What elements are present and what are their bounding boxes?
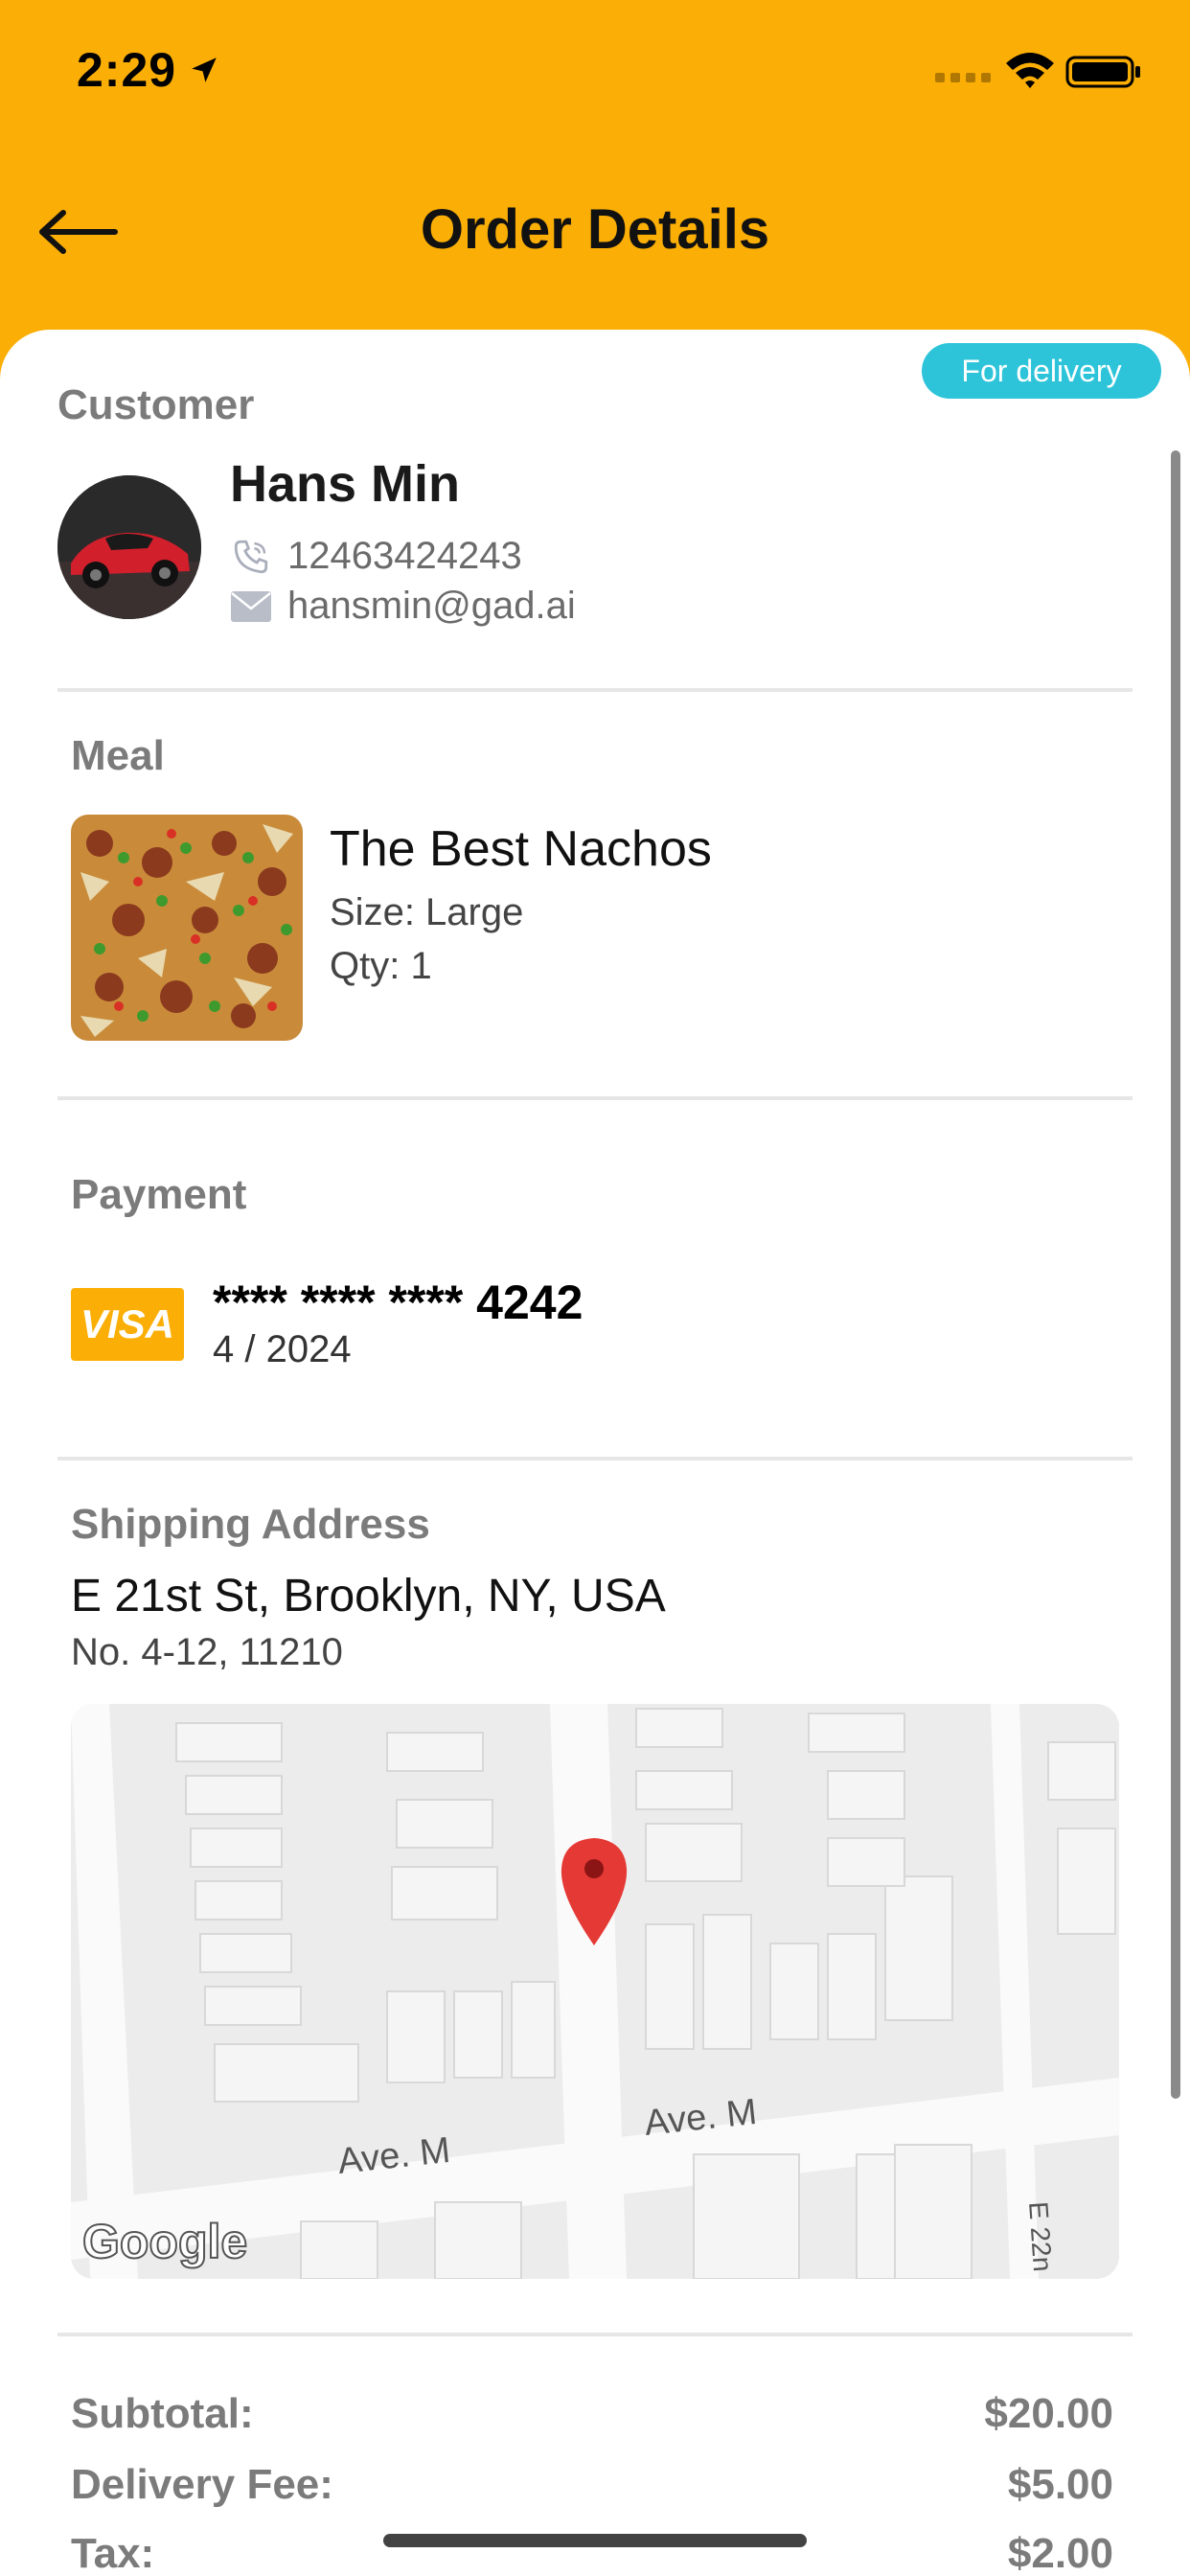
meal-qty: Qty: 1 xyxy=(330,945,432,987)
meal-image xyxy=(71,815,303,1041)
delivery-fee-value: $5.00 xyxy=(1007,2461,1113,2508)
divider xyxy=(57,2333,1133,2336)
customer-phone: 12463424243 xyxy=(287,535,522,577)
divider xyxy=(57,1457,1133,1460)
map-street-label: E 22n xyxy=(1023,2200,1058,2272)
battery-icon xyxy=(1065,56,1140,88)
shipping-address-line1: E 21st St, Brooklyn, NY, USA xyxy=(71,1571,666,1622)
mail-icon xyxy=(231,591,271,622)
delivery-fee-label: Delivery Fee: xyxy=(71,2461,333,2508)
customer-avatar xyxy=(57,475,201,619)
customer-heading: Customer xyxy=(57,381,255,428)
visa-card-logo: VISA xyxy=(71,1288,184,1361)
wifi-icon xyxy=(1006,53,1054,88)
divider xyxy=(57,1096,1133,1100)
delivery-badge: For delivery xyxy=(922,343,1161,399)
scrollbar[interactable] xyxy=(1171,450,1180,2099)
shipping-heading: Shipping Address xyxy=(71,1501,430,1548)
cellular-signal-icon xyxy=(935,73,991,82)
meal-heading: Meal xyxy=(71,732,165,779)
payment-heading: Payment xyxy=(71,1171,247,1218)
divider xyxy=(57,688,1133,692)
home-indicator[interactable] xyxy=(383,2534,807,2547)
google-logo: Google xyxy=(82,2215,247,2268)
status-bar: 2:29 xyxy=(0,0,1190,134)
meal-name: The Best Nachos xyxy=(330,821,712,877)
page-title: Order Details xyxy=(420,198,770,261)
customer-email: hansmin@gad.ai xyxy=(287,585,576,627)
subtotal-value: $20.00 xyxy=(984,2390,1113,2437)
subtotal-label: Subtotal: xyxy=(71,2390,254,2437)
card-expiry: 4 / 2024 xyxy=(213,1328,352,1370)
card-number: **** **** **** 4242 xyxy=(213,1276,584,1329)
tax-label: Tax: xyxy=(71,2530,155,2576)
phone-icon xyxy=(234,540,268,574)
delivery-map[interactable]: Ave. M Ave. M E 22n Google xyxy=(71,1704,1119,2279)
meal-size: Size: Large xyxy=(330,891,524,933)
status-time: 2:29 xyxy=(77,43,177,97)
customer-name: Hans Min xyxy=(230,455,461,513)
shipping-address-line2: No. 4-12, 11210 xyxy=(71,1631,343,1673)
tax-value: $2.00 xyxy=(1007,2530,1113,2576)
location-arrow-icon xyxy=(192,58,217,82)
